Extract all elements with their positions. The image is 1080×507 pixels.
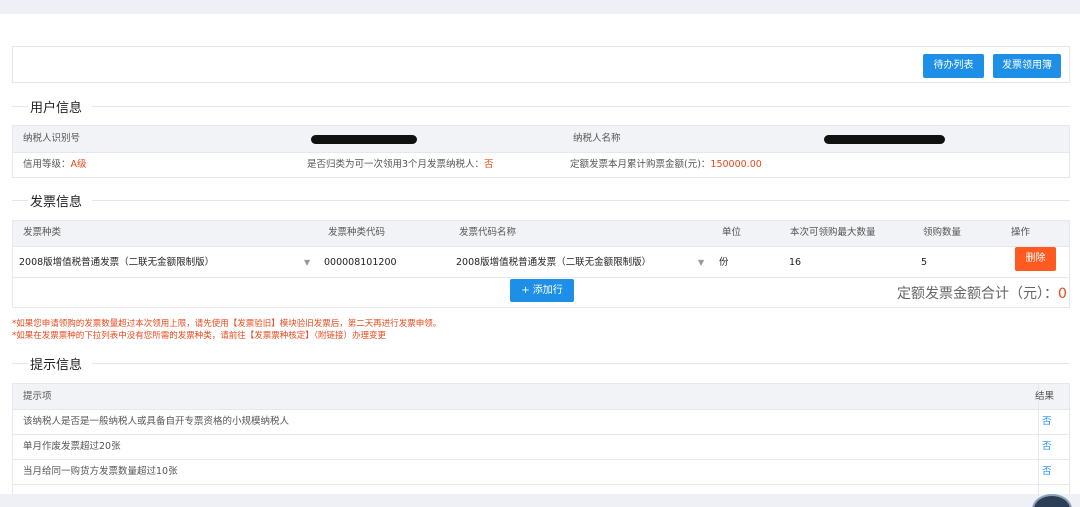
tips-row-item: 该纳税人是否是一般纳税人或具备自开专票资格的小规模纳税人 (23, 416, 290, 427)
max-quantity-value: 16 (789, 257, 802, 268)
section-divider (12, 200, 28, 201)
fixed-amount-value: 150000.00 (710, 159, 762, 170)
column-header: 单位 (722, 227, 742, 238)
tips-row-item: 单月作废发票超过20张 (23, 441, 121, 452)
section-divider (92, 106, 1070, 107)
tips-row-item: 当月给同一购货方发票数量超过10张 (23, 466, 178, 477)
credit-value: A级 (70, 159, 87, 170)
fixed-amount-label: 定额发票本月累计购票金额(元)： (570, 159, 711, 170)
tips-row-result[interactable]: 否 (1042, 465, 1052, 479)
invoice-table-header (13, 221, 1069, 246)
fixed-amount: 定额发票本月累计购票金额(元)：150000.00 (570, 158, 762, 172)
tips-item-header: 提示项 (23, 391, 52, 402)
monthly-classification: 是否归类为可一次领用3个月发票纳税人：否 (307, 158, 494, 172)
column-header: 领购数量 (923, 227, 962, 238)
monthly-label: 是否归类为可一次领用3个月发票纳税人： (307, 159, 485, 170)
invoice-register-button[interactable]: 发票领用簿 (993, 54, 1061, 78)
tips-result-header: 结果 (1035, 391, 1055, 402)
redacted-taxpayer-id (311, 135, 417, 144)
quantity-input[interactable]: 5 (921, 256, 927, 270)
page-content: 待办列表 发票领用簿 用户信息 纳税人识别号 纳税人名称 信用等级：A级 是否归… (0, 14, 1080, 496)
section-divider (12, 106, 28, 107)
taxpayer-id-label: 纳税人识别号 (23, 133, 81, 144)
tips-row-result[interactable]: 否 (1042, 415, 1052, 429)
tips-row-result[interactable]: 否 (1042, 440, 1052, 454)
unit-value: 份 (719, 257, 729, 268)
action-bar: 待办列表 发票领用簿 (12, 46, 1070, 83)
fixed-invoice-total: 定额发票金额合计（元）：0 (897, 283, 1067, 303)
invoice-type-change-note: *如果在发票票种的下拉列表中没有您所需的发票种类，请前往【发票票种核定】（附链接… (12, 331, 387, 341)
column-header: 发票种类 (23, 227, 62, 238)
section-divider (92, 363, 1070, 364)
column-header: 操作 (1011, 227, 1031, 238)
taxpayer-name-label: 纳税人名称 (573, 133, 621, 144)
total-value: 0 (1058, 286, 1067, 302)
invoice-type-code: 000008101200 (324, 257, 397, 268)
user-info-title: 用户信息 (30, 101, 83, 116)
add-row-button[interactable]: + 添加行 (510, 279, 574, 302)
delete-row-button[interactable]: 删除 (1015, 247, 1056, 271)
quantity-limit-note: *如果您申请领购的发票数量超过本次领用上限，请先使用【发票验旧】模块验旧发票后，… (12, 319, 442, 329)
column-header: 发票代码名称 (459, 227, 517, 238)
column-header: 本次可领购最大数量 (790, 227, 876, 238)
credit-label: 信用等级： (23, 159, 71, 170)
todo-list-button[interactable]: 待办列表 (923, 54, 984, 78)
section-divider (92, 200, 1070, 201)
monthly-value: 否 (484, 159, 494, 170)
column-header: 发票种类代码 (328, 227, 386, 238)
tips-title: 提示信息 (30, 358, 83, 373)
invoice-info-title: 发票信息 (30, 195, 83, 210)
invoice-type-select[interactable]: 2008版增值税普通发票（二联无金额限制版） (19, 256, 214, 270)
chevron-down-icon[interactable]: ▼ (698, 258, 704, 267)
section-divider (12, 363, 28, 364)
total-label: 定额发票金额合计（元）： (897, 286, 1058, 302)
invoice-code-name-select[interactable]: 2008版增值税普通发票（二联无金额限制版） (456, 256, 651, 270)
credit-level: 信用等级：A级 (23, 158, 87, 172)
tips-table: 提示项 结果 该纳税人是否是一般纳税人或具备自开专票资格的小规模纳税人 否 单月… (12, 383, 1070, 496)
chevron-down-icon[interactable]: ▼ (304, 258, 310, 267)
tips-table-header (13, 384, 1069, 409)
redacted-taxpayer-name (824, 135, 945, 144)
user-info-table: 纳税人识别号 纳税人名称 信用等级：A级 是否归类为可一次领用3个月发票纳税人：… (12, 125, 1070, 178)
